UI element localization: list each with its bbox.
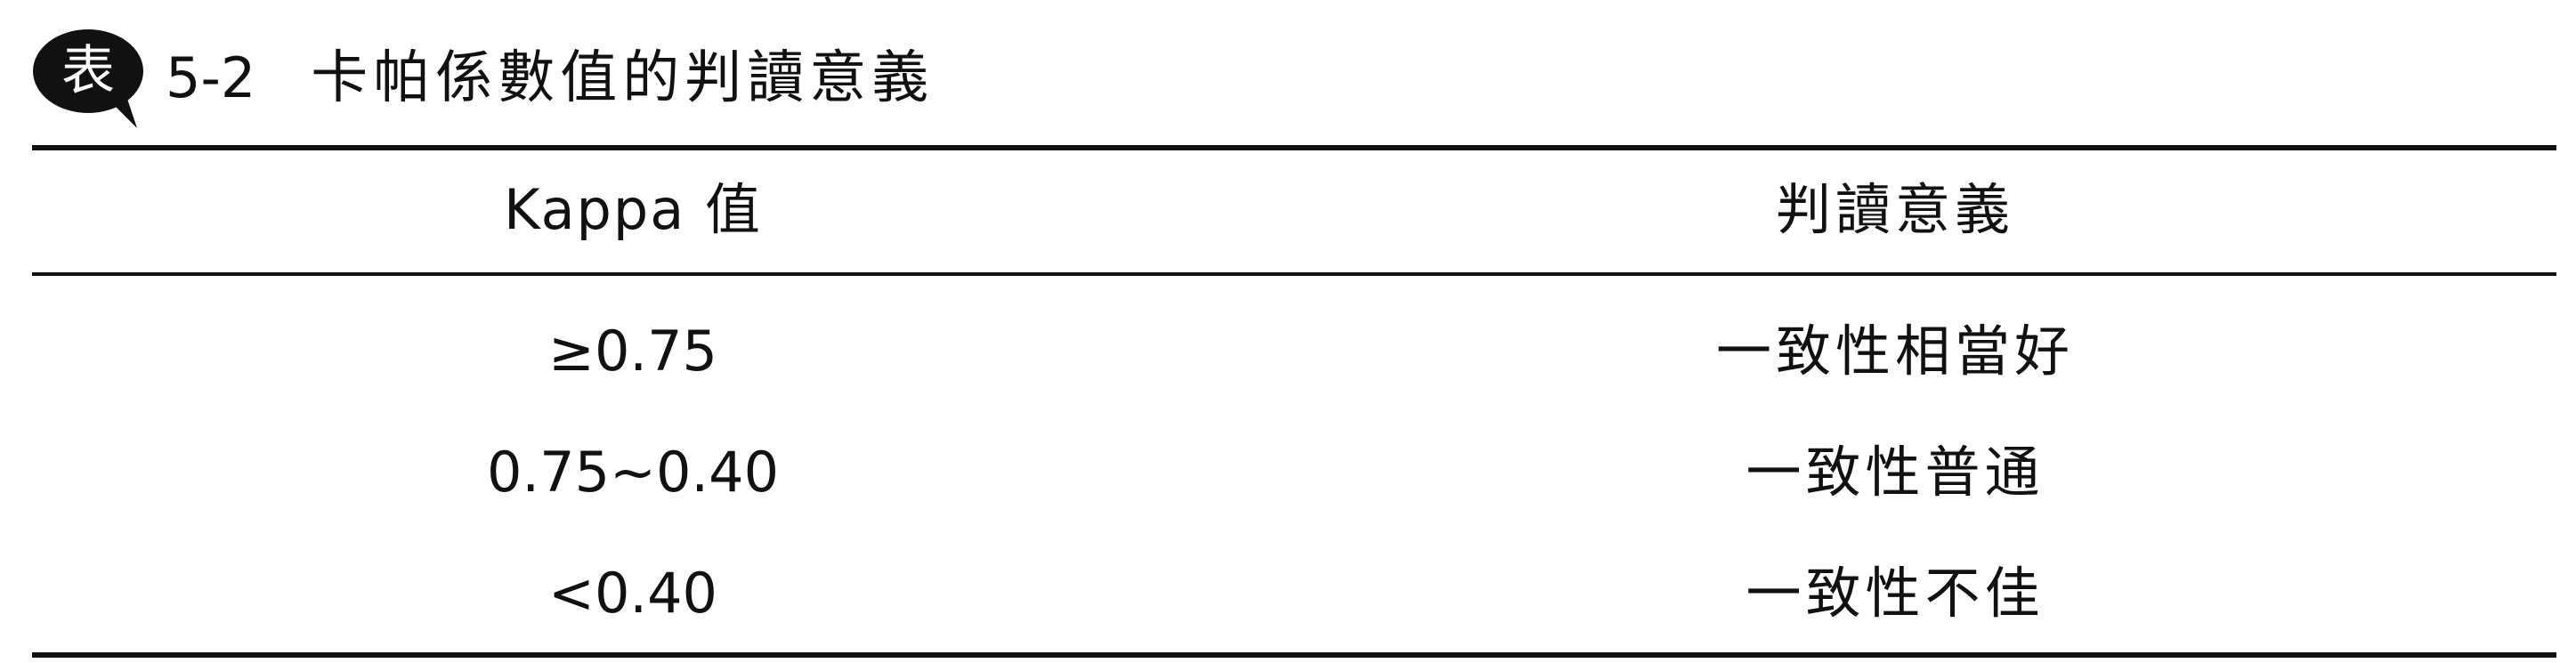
table-number: 5-2 — [166, 45, 256, 110]
row-1-kappa-value: ≥0.75 — [548, 319, 717, 384]
header-interpretation: 判讀意義 — [1775, 177, 2014, 242]
table-header-rule — [32, 272, 2556, 276]
row-3-kappa-value: <0.40 — [548, 561, 717, 626]
table-badge: 表 — [32, 25, 150, 132]
table-caption: 表 5-2 卡帕係數值的判讀意義 — [32, 25, 934, 132]
row-3-interpretation: 一致性不佳 — [1746, 561, 2045, 626]
row-2-interpretation: 一致性普通 — [1746, 440, 2045, 505]
row-2-kappa-value: 0.75~0.40 — [486, 440, 780, 505]
table-top-rule — [32, 145, 2556, 150]
table-title: 卡帕係數值的判讀意義 — [311, 45, 935, 111]
table-bottom-rule — [32, 652, 2556, 658]
row-1-interpretation: 一致性相當好 — [1715, 319, 2074, 384]
header-kappa-value: Kappa 值 — [504, 177, 762, 242]
table-badge-label: 表 — [61, 40, 115, 102]
